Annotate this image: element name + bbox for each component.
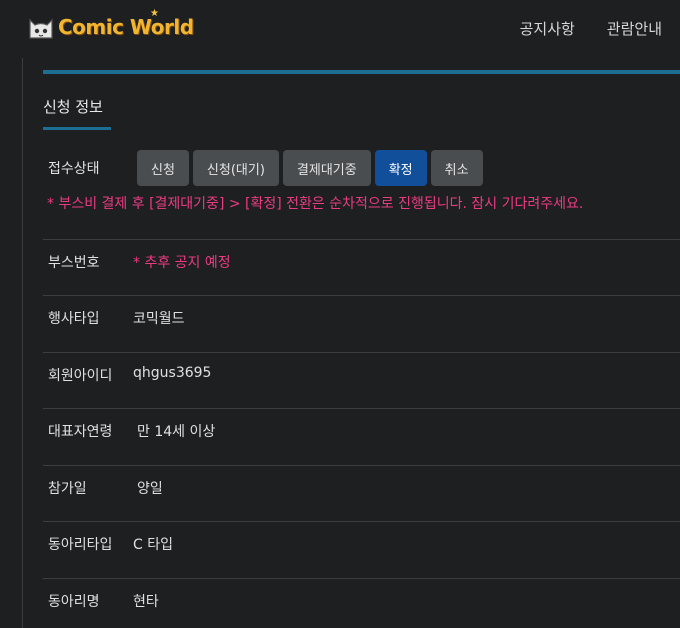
field-value: 코믹월드 (133, 311, 185, 327)
field-value: 양일 (137, 481, 163, 497)
nav-visit-guide[interactable]: 관람안내 (607, 18, 662, 39)
field-row-event-type: 행사타입 코믹월드 (43, 295, 680, 351)
field-row-club-type: 동아리타입 C 타입 (43, 521, 680, 577)
field-row-member-id: 회원아이디 qhgus3695 (43, 352, 680, 408)
section-title: 신청 정보 (43, 98, 103, 116)
field-row-booth-number: 부스번호 * 추후 공지 예정 (43, 239, 680, 295)
field-value: qhgus3695 (133, 365, 212, 381)
status-payment-pending-button[interactable]: 결제대기중 (282, 150, 371, 186)
status-button-group: 신청 신청(대기) 결제대기중 확정 취소 (137, 150, 483, 186)
field-value: * 추후 공지 예정 (133, 255, 231, 271)
field-label: 부스번호 (48, 255, 100, 271)
field-label: 행사타입 (48, 311, 100, 327)
field-label: 참가일 (48, 481, 87, 497)
status-apply-button[interactable]: 신청 (137, 150, 189, 186)
site-header: Comic World ★ 공지사항 관람안내 (0, 0, 680, 58)
section-top-bar (43, 70, 680, 74)
status-label: 접수상태 (48, 161, 100, 177)
field-label: 대표자연령 (48, 424, 113, 440)
logo-text: Comic World (58, 15, 194, 39)
main-nav: 공지사항 관람안내 (520, 18, 662, 39)
site-logo[interactable]: Comic World ★ (26, 8, 194, 44)
field-label: 동아리타입 (48, 537, 113, 553)
field-label: 회원아이디 (48, 368, 113, 384)
status-waiting-button[interactable]: 신청(대기) (192, 150, 279, 186)
status-confirmed-button[interactable]: 확정 (374, 150, 427, 186)
field-row-participation-day: 참가일 양일 (43, 465, 680, 521)
field-value: C 타입 (133, 537, 173, 553)
logo-star-icon: ★ (150, 8, 159, 19)
field-row-representative-age: 대표자연령 만 14세 이상 (43, 408, 680, 464)
field-row-club-name: 동아리명 현타 (43, 578, 680, 628)
status-notice: * 부스비 결제 후 [결제대기중] > [확정] 전환은 순차적으로 진행됩니… (47, 196, 584, 212)
field-value: 만 14세 이상 (137, 424, 216, 440)
status-cancel-button[interactable]: 취소 (430, 150, 483, 186)
cat-logo-icon (29, 18, 53, 39)
section-title-underline (43, 127, 111, 130)
nav-notice[interactable]: 공지사항 (520, 18, 575, 39)
field-value: 현타 (133, 594, 159, 610)
field-label: 동아리명 (48, 594, 100, 610)
left-divider (22, 58, 23, 628)
